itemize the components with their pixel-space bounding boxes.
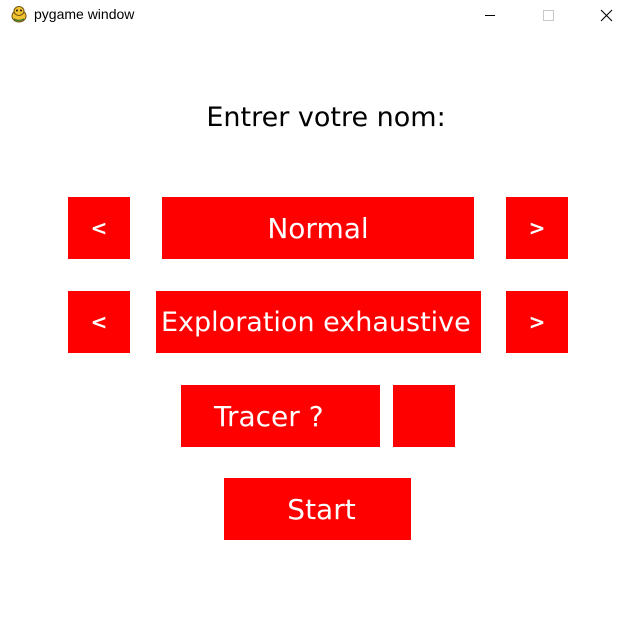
pygame-window: pygame window Entrer votre nom: < Normal… — [0, 0, 637, 643]
name-prompt: Entrer votre nom: — [206, 102, 446, 133]
minimize-icon — [485, 15, 495, 16]
mode-selector[interactable]: Normal — [162, 197, 474, 259]
pygame-snake-icon — [10, 5, 28, 23]
title-bar[interactable]: pygame window — [0, 0, 637, 31]
close-icon — [600, 9, 613, 22]
maximize-icon — [543, 10, 554, 21]
trace-label: Tracer ? — [214, 399, 324, 433]
algorithm-selector[interactable]: Exploration exhaustive — [156, 291, 481, 353]
trace-toggle-button[interactable]: Tracer ? — [181, 385, 380, 447]
window-title: pygame window — [34, 6, 135, 22]
algorithm-next-button[interactable]: > — [506, 291, 568, 353]
start-label: Start — [287, 492, 356, 526]
close-button[interactable] — [583, 0, 629, 31]
maximize-button[interactable] — [525, 0, 571, 31]
minimize-button[interactable] — [467, 0, 513, 31]
mode-prev-button[interactable]: < — [68, 197, 130, 259]
trace-checkbox[interactable] — [393, 385, 455, 447]
algorithm-value: Exploration exhaustive — [161, 306, 471, 338]
mode-next-button[interactable]: > — [506, 197, 568, 259]
algorithm-prev-button[interactable]: < — [68, 291, 130, 353]
start-button[interactable]: Start — [224, 478, 411, 540]
mode-value: Normal — [267, 211, 369, 245]
